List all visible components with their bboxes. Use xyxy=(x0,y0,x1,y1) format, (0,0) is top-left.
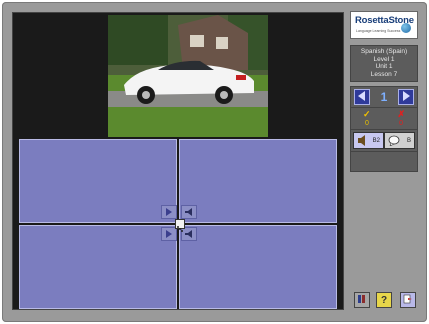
answer-picture-4[interactable] xyxy=(179,225,337,309)
checkmark-icon: ✓ xyxy=(363,109,371,119)
globe-icon xyxy=(401,23,411,33)
settings-button[interactable] xyxy=(354,292,370,308)
side-panel: RosettaStone Language Learning Success S… xyxy=(350,11,419,172)
previous-button[interactable] xyxy=(354,89,370,105)
lesson-label: Lesson 7 xyxy=(370,70,398,78)
shuffle-dice-icon[interactable] xyxy=(175,219,185,232)
play-icon xyxy=(165,203,173,221)
speaker-icon xyxy=(184,225,194,243)
mode-label: B2 xyxy=(372,137,380,144)
incorrect-count: 0 xyxy=(399,120,403,127)
answer-picture-2[interactable] xyxy=(179,139,337,223)
prompt-photo xyxy=(108,15,268,137)
play-icon xyxy=(165,225,173,243)
app-window: RosettaStone Language Learning Success S… xyxy=(2,2,427,322)
speaker-button[interactable] xyxy=(181,205,197,219)
screen-number: 1 xyxy=(380,90,388,104)
exercise-area xyxy=(12,12,344,310)
help-icon: ? xyxy=(380,294,388,306)
level-label: Level 1 xyxy=(373,55,395,63)
unit-label: Unit 1 xyxy=(375,63,393,70)
mode-button-listening[interactable]: B2 xyxy=(353,132,384,149)
score-board: ✓ ✗ 0 0 xyxy=(350,108,418,130)
x-icon: ✗ xyxy=(397,109,405,119)
media-controls xyxy=(159,203,201,245)
lesson-info: Spanish (Spain) Level 1 Unit 1 Lesson 7 xyxy=(350,45,418,82)
logo-tagline: Language Learning Success xyxy=(356,29,401,33)
mode-selector: B2 B xyxy=(350,130,418,152)
help-button[interactable]: ? xyxy=(376,292,392,308)
speaker-icon xyxy=(184,203,194,221)
speech-bubble-icon xyxy=(388,135,400,148)
settings-icon xyxy=(357,294,367,307)
rosetta-stone-logo: RosettaStone Language Learning Success xyxy=(350,11,418,39)
speaker-icon xyxy=(357,135,367,148)
mode-label: B xyxy=(406,137,411,144)
panel-spacer xyxy=(350,152,418,172)
mode-button-speaking[interactable]: B xyxy=(384,132,415,149)
arrow-left-icon xyxy=(358,88,366,106)
play-button[interactable] xyxy=(161,205,177,219)
arrow-right-icon xyxy=(402,88,410,106)
screen-navigator: 1 xyxy=(350,86,418,108)
play-button[interactable] xyxy=(161,227,177,241)
correct-count: 0 xyxy=(365,120,369,127)
exit-button[interactable] xyxy=(400,292,416,308)
exit-icon xyxy=(403,294,413,307)
language-label: Spanish (Spain) xyxy=(360,48,408,55)
next-button[interactable] xyxy=(398,89,414,105)
answer-picture-1[interactable] xyxy=(19,139,177,223)
answer-picture-3[interactable] xyxy=(19,225,177,309)
